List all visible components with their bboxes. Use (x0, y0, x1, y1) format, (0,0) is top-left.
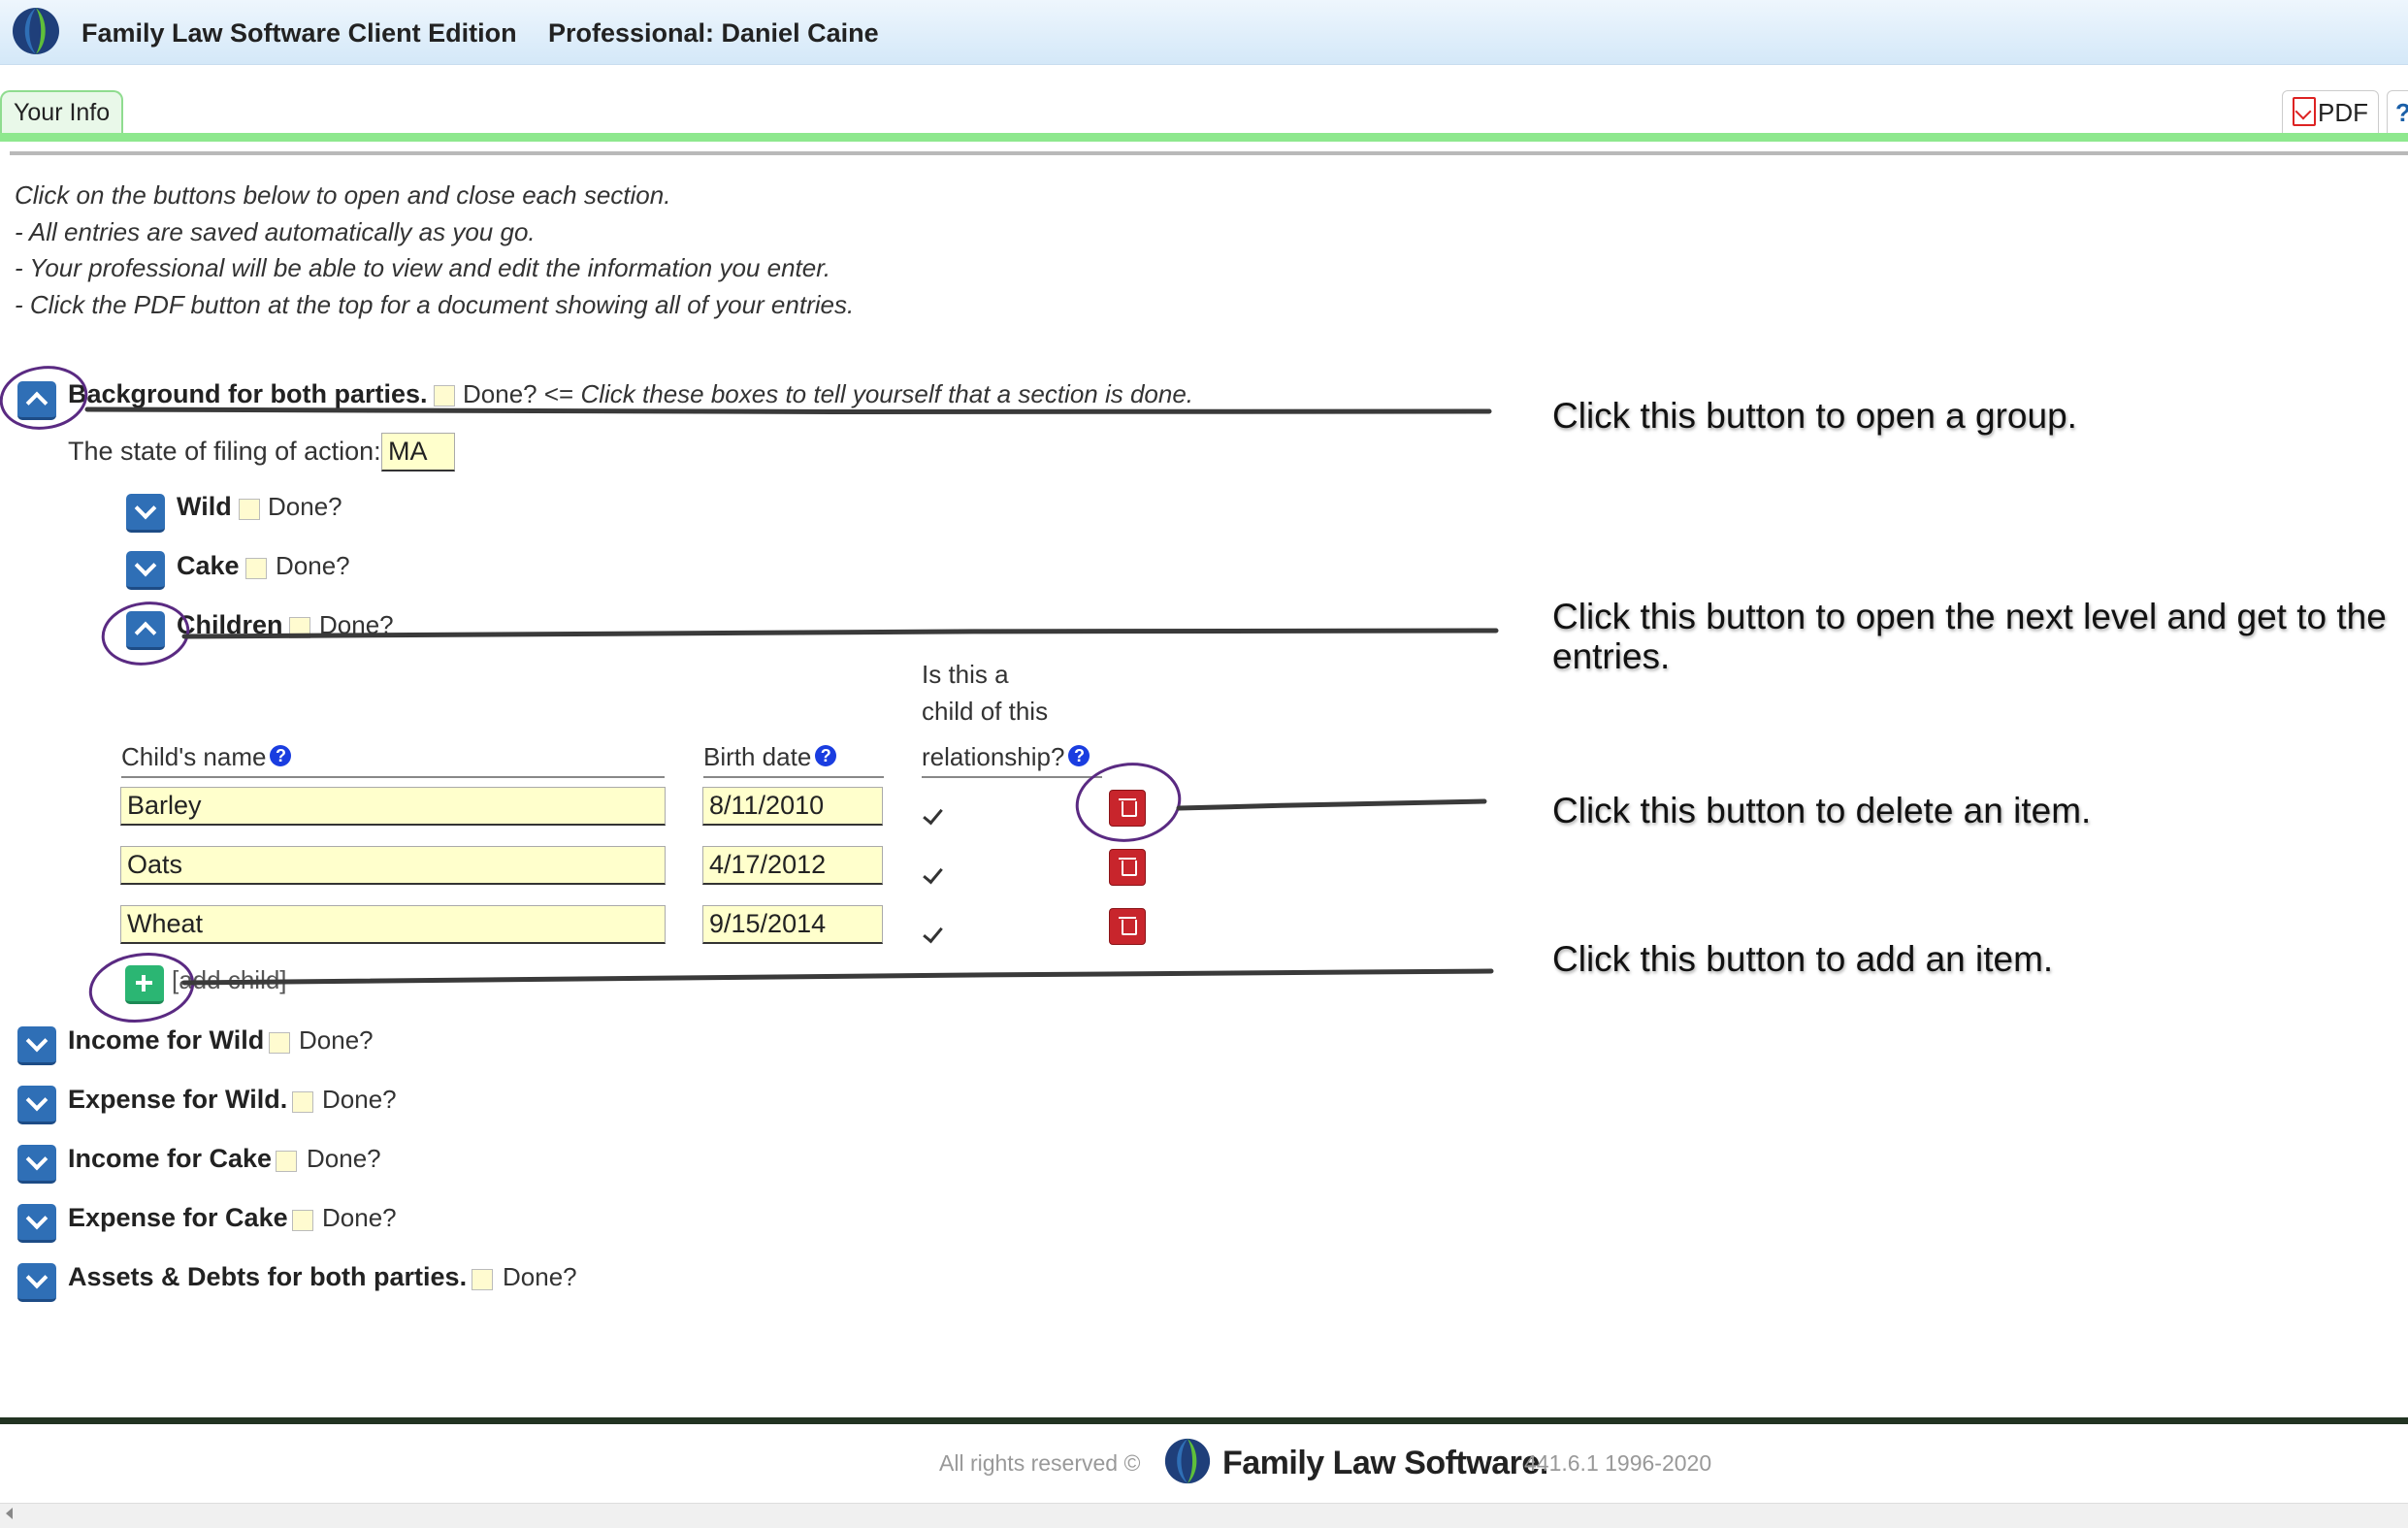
annotation-circle (1075, 763, 1182, 842)
annotation-circle (88, 953, 195, 1023)
annotation-circle (101, 601, 190, 666)
annotation-line (181, 628, 1499, 639)
callout-open-next-level-cont: entries. (1552, 636, 1671, 676)
version-text: 441.6.1 1996-2020 (1524, 1450, 1712, 1476)
callout-open-next-level: Click this button to open the next level… (1552, 597, 2387, 636)
family-law-software-logo (1164, 1438, 1211, 1484)
footer-brand: Family Law Software. (1222, 1445, 1548, 1481)
copyright-text: All rights reserved © (939, 1450, 1141, 1476)
annotation-overlay (0, 366, 1499, 1023)
scroll-left-arrow-icon[interactable] (6, 1508, 13, 1519)
annotation-circle (0, 366, 88, 430)
annotation-line (181, 968, 1494, 986)
footer-divider (0, 1417, 2408, 1424)
callout-open-group: Click this button to open a group. (1552, 396, 2077, 436)
callout-add-item: Click this button to add an item. (1552, 939, 2054, 979)
callout-delete-item: Click this button to delete an item. (1552, 791, 2092, 830)
annotation-line (1176, 798, 1487, 811)
annotation-line (84, 406, 1492, 414)
horizontal-scrollbar[interactable] (0, 1503, 2408, 1528)
